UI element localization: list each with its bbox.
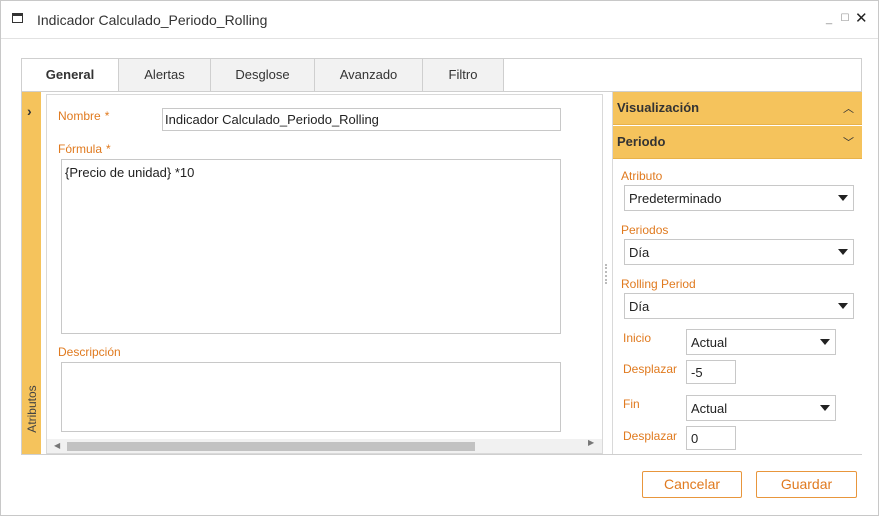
periodo-header[interactable]: Periodo ﹀: [613, 126, 862, 159]
tab-avanzado[interactable]: Avanzado: [315, 59, 423, 92]
maximize-icon[interactable]: ☐: [839, 11, 851, 27]
dropdown-arrow-icon: [838, 195, 848, 201]
fin-desplazar-value: 0: [691, 431, 699, 446]
atributo-select[interactable]: Predeterminado: [624, 185, 854, 211]
formula-textarea[interactable]: {Precio de unidad} *10: [61, 159, 561, 334]
periodo-title: Periodo: [617, 134, 666, 149]
chevron-up-icon[interactable]: ︿: [843, 100, 854, 116]
dialog-window: Indicador Calculado_Periodo_Rolling _ ☐ …: [0, 0, 879, 516]
fin-label: Fin: [623, 397, 640, 411]
scroll-right-icon[interactable]: ▶: [588, 438, 594, 447]
window-title: Indicador Calculado_Periodo_Rolling: [37, 12, 268, 28]
attributes-panel-toggle[interactable]: › Atributos: [22, 92, 41, 454]
description-textarea[interactable]: [61, 362, 561, 432]
rolling-period-select[interactable]: Día: [624, 293, 854, 319]
atributo-value: Predeterminado: [629, 191, 722, 206]
atributo-label: Atributo: [621, 169, 663, 183]
inicio-label: Inicio: [623, 331, 652, 345]
inicio-desplazar-value: -5: [691, 365, 703, 380]
dropdown-arrow-icon: [820, 405, 830, 411]
chevron-right-icon[interactable]: ›: [27, 103, 32, 119]
formula-value: {Precio de unidad} *10: [65, 165, 195, 180]
fin-desplazar-label: Desplazar: [623, 429, 678, 443]
inicio-value: Actual: [691, 335, 728, 350]
minimize-icon[interactable]: _: [823, 11, 835, 27]
scroll-thumb[interactable]: [67, 442, 475, 451]
title-bar: Indicador Calculado_Periodo_Rolling _ ☐ …: [1, 1, 878, 39]
name-label: Nombre *: [58, 109, 110, 123]
periodos-label: Periodos: [621, 223, 669, 237]
name-input[interactable]: Indicador Calculado_Periodo_Rolling: [162, 108, 561, 131]
chevron-down-icon[interactable]: ﹀: [843, 134, 854, 150]
scroll-left-icon[interactable]: ◀: [54, 439, 60, 453]
tab-alertas[interactable]: Alertas: [119, 59, 211, 92]
description-label: Descripción: [58, 345, 121, 359]
panel-splitter[interactable]: [605, 264, 611, 284]
formula-label: Fórmula *: [58, 142, 111, 156]
fin-desplazar-input[interactable]: 0: [686, 426, 736, 450]
tab-bar: General Alertas Desglose Avanzado Filtro: [21, 58, 862, 92]
inicio-desplazar-label: Desplazar: [623, 362, 678, 376]
rolling-period-value: Día: [629, 299, 650, 314]
save-button[interactable]: Guardar: [756, 471, 857, 498]
tab-content: › Atributos Nombre * Indicador Calculado_…: [21, 91, 862, 455]
general-form: Nombre * Indicador Calculado_Periodo_Roll…: [46, 94, 603, 454]
close-icon[interactable]: ✕: [855, 11, 868, 27]
horizontal-scrollbar[interactable]: ◀: [47, 439, 602, 453]
inicio-desplazar-input[interactable]: -5: [686, 360, 736, 384]
right-panel: Visualización ︿ Periodo ﹀ Atributo Prede…: [612, 92, 862, 454]
window-icon: [12, 13, 23, 23]
cancel-button[interactable]: Cancelar: [642, 471, 742, 498]
visualizacion-title: Visualización: [617, 100, 700, 115]
dropdown-arrow-icon: [820, 339, 830, 345]
tab-general[interactable]: General: [22, 59, 119, 92]
rolling-period-label: Rolling Period: [621, 277, 696, 291]
dropdown-arrow-icon: [838, 303, 848, 309]
fin-value: Actual: [691, 401, 728, 416]
inicio-select[interactable]: Actual: [686, 329, 836, 355]
tab-filtro[interactable]: Filtro: [423, 59, 504, 92]
attributes-label: Atributos: [25, 385, 39, 433]
name-input-value: Indicador Calculado_Periodo_Rolling: [165, 112, 379, 127]
periodos-value: Día: [629, 245, 650, 260]
tab-desglose[interactable]: Desglose: [211, 59, 315, 92]
fin-select[interactable]: Actual: [686, 395, 836, 421]
visualizacion-header[interactable]: Visualización ︿: [613, 92, 862, 125]
periodos-select[interactable]: Día: [624, 239, 854, 265]
dropdown-arrow-icon: [838, 249, 848, 255]
